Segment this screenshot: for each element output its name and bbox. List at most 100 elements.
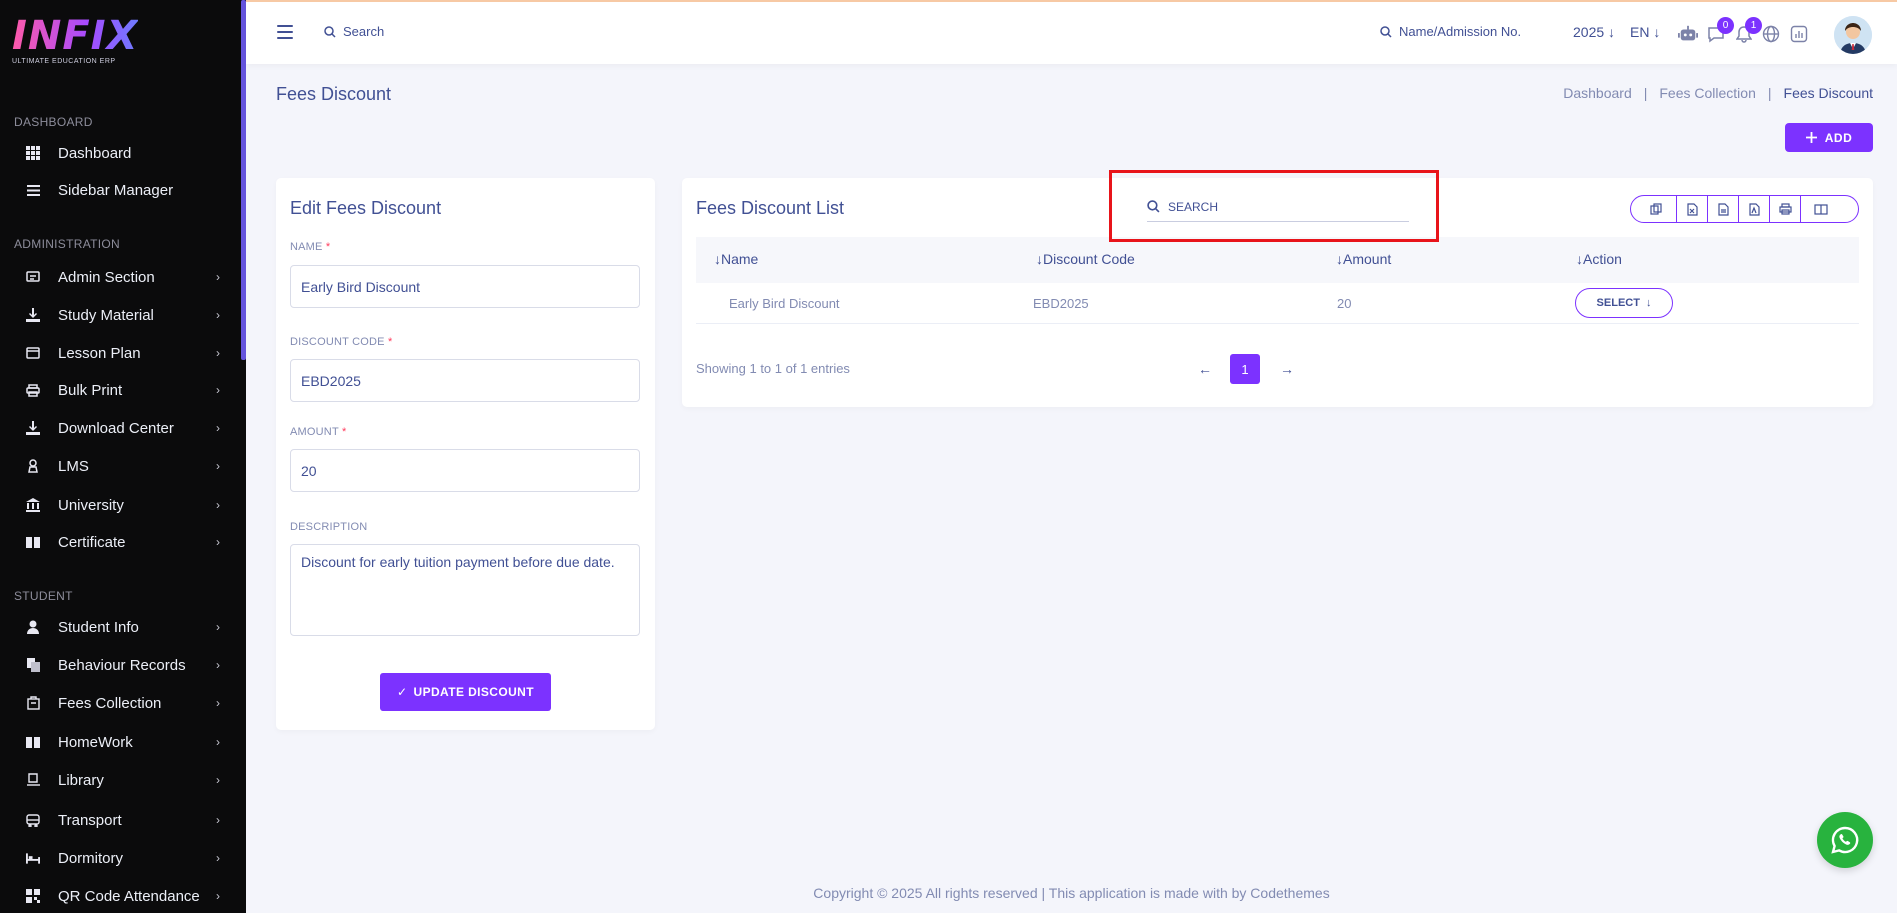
column-name[interactable]: ↓Name	[714, 251, 758, 267]
sidebar-item-study-material[interactable]: Study Material ›	[0, 300, 240, 330]
sidebar-item-label: Admin Section	[58, 268, 155, 286]
previous-page-icon[interactable]: ←	[1198, 361, 1212, 377]
next-page-icon[interactable]: →	[1280, 361, 1294, 377]
sidebar-item-dormitory[interactable]: Dormitory ›	[0, 843, 240, 873]
globe-icon[interactable]	[1761, 24, 1781, 44]
csv-icon[interactable]	[1707, 196, 1738, 222]
sidebar-item-label: University	[58, 496, 124, 514]
list-search[interactable]	[1147, 192, 1409, 222]
sidebar-item-dashboard[interactable]: Dashboard	[0, 138, 240, 168]
check-icon: ✓	[397, 685, 408, 699]
chevron-right-icon: ›	[216, 535, 220, 549]
list-search-input[interactable]	[1168, 199, 1368, 214]
column-discount-code[interactable]: ↓Discount Code	[1036, 251, 1135, 267]
entries-info: Showing 1 to 1 of 1 entries	[696, 361, 850, 376]
avatar[interactable]	[1834, 16, 1872, 54]
select-button[interactable]: SELECT ↓	[1575, 288, 1673, 318]
column-action[interactable]: ↓Action	[1576, 251, 1622, 267]
select-button-label: SELECT	[1596, 297, 1640, 309]
chart-report-icon[interactable]	[1789, 24, 1809, 44]
sidebar-item-fees-collection[interactable]: Fees Collection ›	[0, 688, 240, 718]
sort-icon: ↓	[1036, 251, 1043, 267]
sidebar-item-library[interactable]: Library ›	[0, 765, 240, 795]
logo-tagline: ULTIMATE EDUCATION ERP	[12, 58, 116, 65]
sidebar-item-sidebar-manager[interactable]: Sidebar Manager	[0, 175, 240, 205]
copy-icon[interactable]	[1636, 196, 1676, 222]
lms-icon	[26, 459, 40, 473]
search-icon	[324, 25, 336, 38]
admission-search[interactable]	[1380, 24, 1529, 39]
sort-icon: ↓	[1576, 251, 1583, 267]
chevron-right-icon: ›	[216, 270, 220, 284]
pdf-icon[interactable]	[1738, 196, 1769, 222]
print-icon[interactable]	[1769, 196, 1800, 222]
page-title: Fees Discount	[276, 84, 392, 104]
sidebar-item-homework[interactable]: HomeWork ›	[0, 727, 240, 757]
description-field[interactable]: Discount for early tuition payment befor…	[290, 544, 640, 636]
sidebar-item-label: HomeWork	[58, 733, 133, 751]
edit-card-title: Edit Fees Discount	[290, 198, 442, 218]
sidebar-item-label: Student Info	[58, 618, 139, 636]
whatsapp-icon[interactable]	[1817, 812, 1873, 868]
page-button-current[interactable]: 1	[1230, 354, 1260, 384]
sidebar-item-student-info[interactable]: Student Info ›	[0, 612, 240, 642]
chevron-right-icon: ›	[216, 696, 220, 710]
description-label: DESCRIPTION	[290, 521, 368, 533]
breadcrumb-separator: |	[1767, 85, 1772, 101]
breadcrumb-fees-collection[interactable]: Fees Collection	[1659, 85, 1756, 101]
chevron-right-icon: ›	[216, 498, 220, 512]
admission-search-input[interactable]	[1399, 24, 1529, 39]
sidebar-item-certificate[interactable]: Certificate ›	[0, 527, 240, 557]
year-select[interactable]: 2025 ↓	[1573, 24, 1615, 40]
update-discount-button[interactable]: ✓ UPDATE DISCOUNT	[380, 673, 551, 711]
excel-icon[interactable]	[1676, 196, 1707, 222]
sidebar-item-label: Certificate	[58, 533, 126, 551]
year-value: 2025	[1573, 24, 1605, 40]
search-input[interactable]	[343, 24, 463, 39]
add-button[interactable]: ADD	[1785, 123, 1873, 152]
sidebar-item-lms[interactable]: LMS ›	[0, 451, 240, 481]
sort-icon: ↓	[1336, 251, 1343, 267]
sidebar-item-download-center[interactable]: Download Center ›	[0, 413, 240, 443]
breadcrumb-dashboard[interactable]: Dashboard	[1563, 85, 1632, 101]
amount-field[interactable]	[290, 449, 640, 492]
bell-icon[interactable]: 1	[1734, 17, 1762, 44]
grid-icon	[26, 146, 40, 160]
chat-badge: 0	[1717, 17, 1734, 34]
section-dashboard: DASHBOARD	[14, 115, 93, 129]
lesson-icon	[26, 346, 40, 360]
menu-lines-icon	[26, 183, 40, 197]
top-search[interactable]	[324, 24, 463, 39]
fees-discount-list-card: Fees Discount List ↓Name ↓Discount Code …	[682, 178, 1873, 407]
sidebar-item-qr-code-attendance[interactable]: QR Code Attendance ›	[0, 881, 240, 911]
discount-code-field[interactable]	[290, 359, 640, 402]
brand-logo[interactable]: INFIX ULTIMATE EDUCATION ERP	[12, 16, 138, 65]
columns-icon[interactable]	[1800, 196, 1840, 222]
name-field[interactable]	[290, 265, 640, 308]
library-icon	[26, 773, 40, 787]
arrow-down-icon: ↓	[1608, 24, 1616, 40]
column-amount[interactable]: ↓Amount	[1336, 251, 1391, 267]
language-select[interactable]: EN ↓	[1630, 24, 1660, 40]
cell-amount: 20	[1337, 296, 1352, 311]
hamburger-menu-icon[interactable]	[277, 25, 293, 39]
sidebar-item-label: Sidebar Manager	[58, 181, 174, 199]
robot-icon[interactable]	[1678, 24, 1698, 44]
chevron-right-icon: ›	[216, 383, 220, 397]
sidebar-item-bulk-print[interactable]: Bulk Print ›	[0, 375, 240, 405]
chat-icon[interactable]: 0	[1706, 17, 1734, 44]
chevron-right-icon: ›	[216, 735, 220, 749]
footer: Copyright © 2025 All rights reserved | T…	[813, 885, 1330, 901]
sidebar-item-university[interactable]: University ›	[0, 490, 240, 520]
sidebar: INFIX ULTIMATE EDUCATION ERP DASHBOARD D…	[0, 0, 246, 913]
breadcrumb-current: Fees Discount	[1783, 85, 1873, 101]
chevron-right-icon: ›	[216, 459, 220, 473]
bus-icon	[26, 813, 40, 827]
user-icon	[26, 620, 40, 634]
notification-badge: 1	[1745, 17, 1762, 34]
sidebar-item-behaviour-records[interactable]: Behaviour Records ›	[0, 650, 240, 680]
sidebar-item-lesson-plan[interactable]: Lesson Plan ›	[0, 338, 240, 368]
book-icon	[26, 735, 40, 749]
sidebar-item-admin-section[interactable]: Admin Section ›	[0, 262, 240, 292]
sidebar-item-transport[interactable]: Transport ›	[0, 805, 240, 835]
